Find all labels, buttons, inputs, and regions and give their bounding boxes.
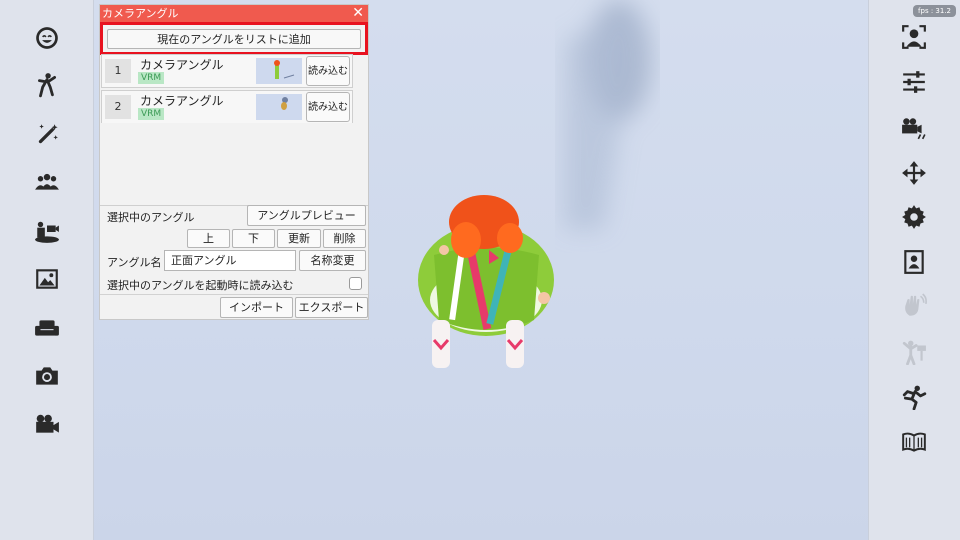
- rename-button[interactable]: 名称変更: [299, 250, 366, 271]
- add-current-angle-button[interactable]: 現在のアングルをリストに追加: [107, 29, 361, 49]
- angle-name: カメラアングル: [140, 94, 224, 108]
- camera-stage-icon[interactable]: [33, 218, 61, 246]
- sliders-icon[interactable]: [900, 68, 928, 96]
- export-button[interactable]: エクスポート: [295, 297, 368, 318]
- image-icon[interactable]: [33, 265, 61, 293]
- angle-list-item[interactable]: 1 カメラアングル VRM 読み込む: [101, 54, 353, 88]
- load-on-startup-label: 選択中のアングルを起動時に読み込む: [107, 279, 294, 292]
- face-icon[interactable]: [33, 24, 61, 52]
- angle-preview-button[interactable]: アングルプレビュー: [247, 205, 366, 226]
- angle-thumbnail: [256, 94, 302, 120]
- face-tracking-icon[interactable]: [900, 23, 928, 51]
- book-icon[interactable]: [900, 428, 928, 456]
- right-toolbar: fps : 31.2: [868, 0, 960, 540]
- angle-number: 2: [105, 95, 131, 119]
- people-icon[interactable]: [33, 168, 61, 196]
- move-up-button[interactable]: 上: [187, 229, 230, 248]
- fps-counter: fps : 31.2: [913, 5, 956, 17]
- load-on-startup-checkbox[interactable]: [349, 277, 362, 290]
- magic-wand-icon[interactable]: [33, 120, 61, 148]
- angle-list-item[interactable]: 2 カメラアングル VRM 読み込む: [101, 90, 353, 124]
- divider: [100, 294, 368, 295]
- pose-guide-icon[interactable]: [900, 338, 928, 366]
- panel-title: カメラアングル: [102, 7, 179, 20]
- running-icon[interactable]: [900, 383, 928, 411]
- load-angle-button[interactable]: 読み込む: [306, 92, 350, 122]
- import-button[interactable]: インポート: [220, 297, 293, 318]
- angle-list-empty-area: [100, 123, 368, 206]
- move-icon[interactable]: [900, 159, 928, 187]
- angle-name-field[interactable]: 正面アングル: [164, 250, 296, 271]
- move-down-button[interactable]: 下: [232, 229, 275, 248]
- gear-icon[interactable]: [900, 203, 928, 231]
- angle-name-label: アングル名: [107, 256, 162, 269]
- selected-angle-label: 選択中のアングル: [107, 211, 195, 224]
- panel-title-bar[interactable]: カメラアングル ✕: [100, 5, 368, 22]
- avatar-figure: [418, 195, 554, 368]
- add-button-highlight: 現在のアングルをリストに追加: [100, 22, 368, 55]
- load-angle-button[interactable]: 読み込む: [306, 56, 350, 86]
- vrm-badge: VRM: [138, 108, 165, 120]
- update-button[interactable]: 更新: [277, 229, 321, 248]
- camera-icon[interactable]: [33, 362, 61, 390]
- vrm-badge: VRM: [138, 72, 165, 84]
- avatar-shadow: [564, 0, 651, 230]
- hand-gesture-icon[interactable]: [900, 292, 928, 320]
- video-camera-icon[interactable]: [33, 410, 61, 438]
- angle-thumbnail: [256, 58, 302, 84]
- camera-angle-panel: カメラアングル ✕ 現在のアングルをリストに追加 1 カメラアングル VRM 読…: [99, 4, 369, 320]
- angle-number: 1: [105, 59, 131, 83]
- video-settings-icon[interactable]: [900, 114, 928, 142]
- sofa-icon[interactable]: [33, 314, 61, 342]
- portrait-icon[interactable]: [900, 248, 928, 276]
- left-toolbar: [0, 0, 94, 540]
- delete-button[interactable]: 削除: [323, 229, 366, 248]
- pose-icon[interactable]: [33, 71, 61, 99]
- angle-name: カメラアングル: [140, 58, 224, 72]
- close-icon[interactable]: ✕: [352, 5, 364, 22]
